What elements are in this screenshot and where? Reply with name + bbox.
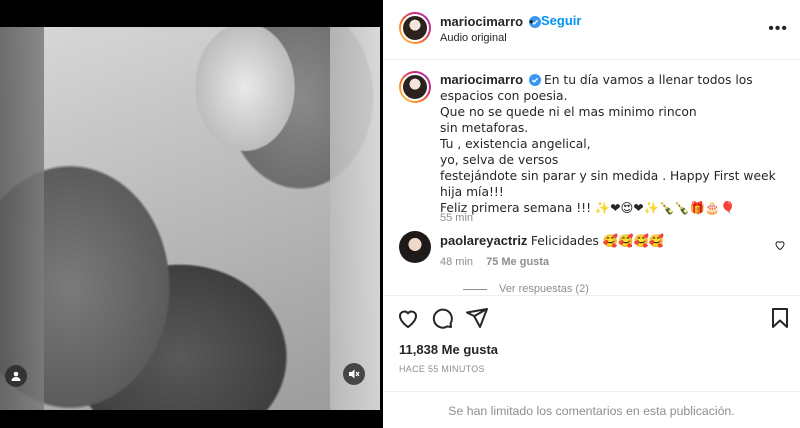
baby-hands-photo: [0, 27, 380, 410]
commenter-username[interactable]: paolareyactriz: [440, 233, 527, 248]
bookmark-icon[interactable]: [768, 306, 792, 330]
heart-icon[interactable]: [396, 306, 420, 330]
audio-link[interactable]: Audio original: [440, 32, 507, 44]
caption-time: 55 min: [440, 212, 474, 224]
caption-username[interactable]: mariocimarro: [440, 72, 523, 87]
action-bar: 11,838 Me gusta HACE 55 MINUTOS Se han l…: [383, 295, 800, 428]
comment-time: 48 min: [440, 256, 474, 268]
more-options-icon[interactable]: •••: [768, 20, 788, 38]
post-timestamp: HACE 55 MINUTOS: [399, 364, 485, 374]
comment-like-heart-icon[interactable]: [774, 239, 786, 251]
mute-button[interactable]: [343, 363, 365, 385]
comment-icon[interactable]: [430, 306, 454, 330]
comment-body: Felicidades 🥰🥰🥰🥰: [530, 234, 665, 248]
post-image[interactable]: [0, 27, 380, 410]
caption-avatar[interactable]: [399, 71, 431, 103]
verified-badge-icon: [528, 74, 541, 86]
media-viewer: [0, 0, 383, 428]
view-replies-link[interactable]: Ver respuestas (2): [463, 283, 589, 295]
user-icon: [11, 371, 21, 381]
separator-dot: •: [529, 14, 534, 29]
caption-body: En tu día vamos a llenar todos los espac…: [440, 73, 776, 215]
comment-text: paolareyactriz Felicidades 🥰🥰🥰🥰: [440, 233, 664, 249]
image-left-edge: [0, 27, 44, 410]
tagged-users-button[interactable]: [5, 365, 27, 387]
comment-meta: 48 min 75 Me gusta: [440, 256, 549, 268]
caption-text: mariocimarro En tu día vamos a llenar to…: [440, 72, 795, 216]
commenter-avatar[interactable]: [399, 231, 431, 263]
share-icon[interactable]: [465, 306, 489, 330]
image-right-edge: [330, 27, 380, 410]
follow-button[interactable]: Seguir: [541, 13, 581, 28]
author-username[interactable]: mariocimarro: [440, 14, 523, 29]
post-details-panel: mariocimarro • Seguir Audio original •••…: [383, 0, 800, 428]
post-header: mariocimarro • Seguir Audio original •••: [383, 0, 800, 60]
likes-count[interactable]: 11,838 Me gusta: [399, 342, 498, 357]
author-avatar[interactable]: [399, 12, 431, 44]
author-username-row: mariocimarro: [440, 14, 541, 29]
speaker-muted-icon: [349, 369, 360, 379]
comments-list[interactable]: mariocimarro En tu día vamos a llenar to…: [383, 61, 800, 295]
comment-likes[interactable]: 75 Me gusta: [486, 256, 549, 268]
comments-limited-notice: Se han limitado los comentarios en esta …: [383, 391, 800, 428]
